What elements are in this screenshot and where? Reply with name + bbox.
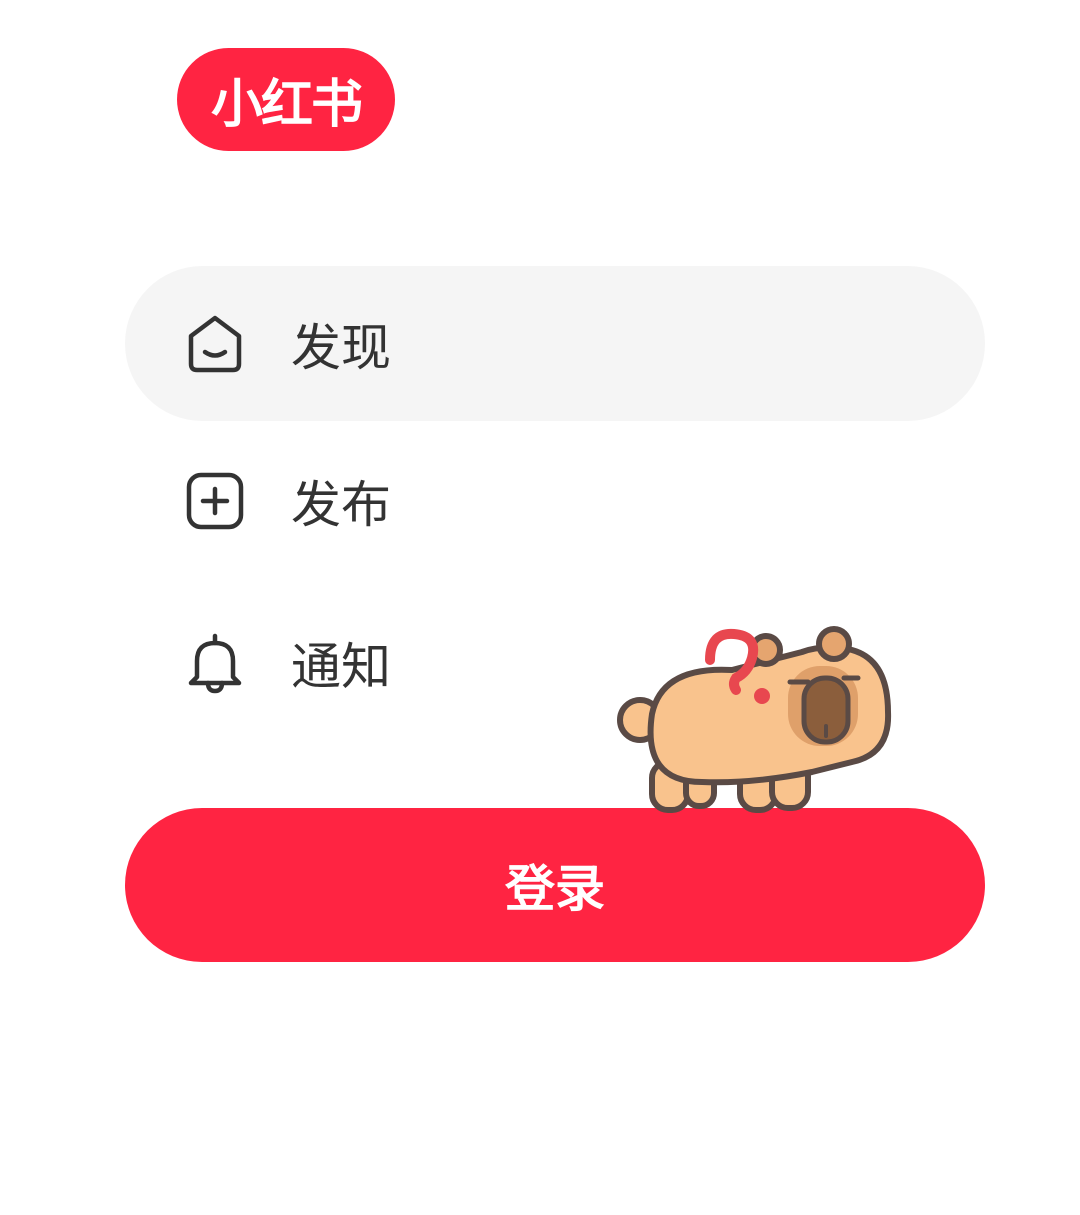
nav-label-discover: 发现 [291,318,391,377]
bell-icon [183,631,247,695]
plus-square-icon [183,469,247,533]
nav-item-publish[interactable]: 发布 [125,423,985,578]
capybara-question-mascot [617,626,892,813]
home-face-icon [183,312,247,376]
xiaohongshu-logo[interactable]: 小红书 [177,48,395,151]
nav-label-publish: 发布 [291,475,391,534]
nav-label-notifications: 通知 [291,637,391,696]
nav-item-discover[interactable]: 发现 [125,266,985,421]
login-button[interactable]: 登录 [125,808,985,962]
